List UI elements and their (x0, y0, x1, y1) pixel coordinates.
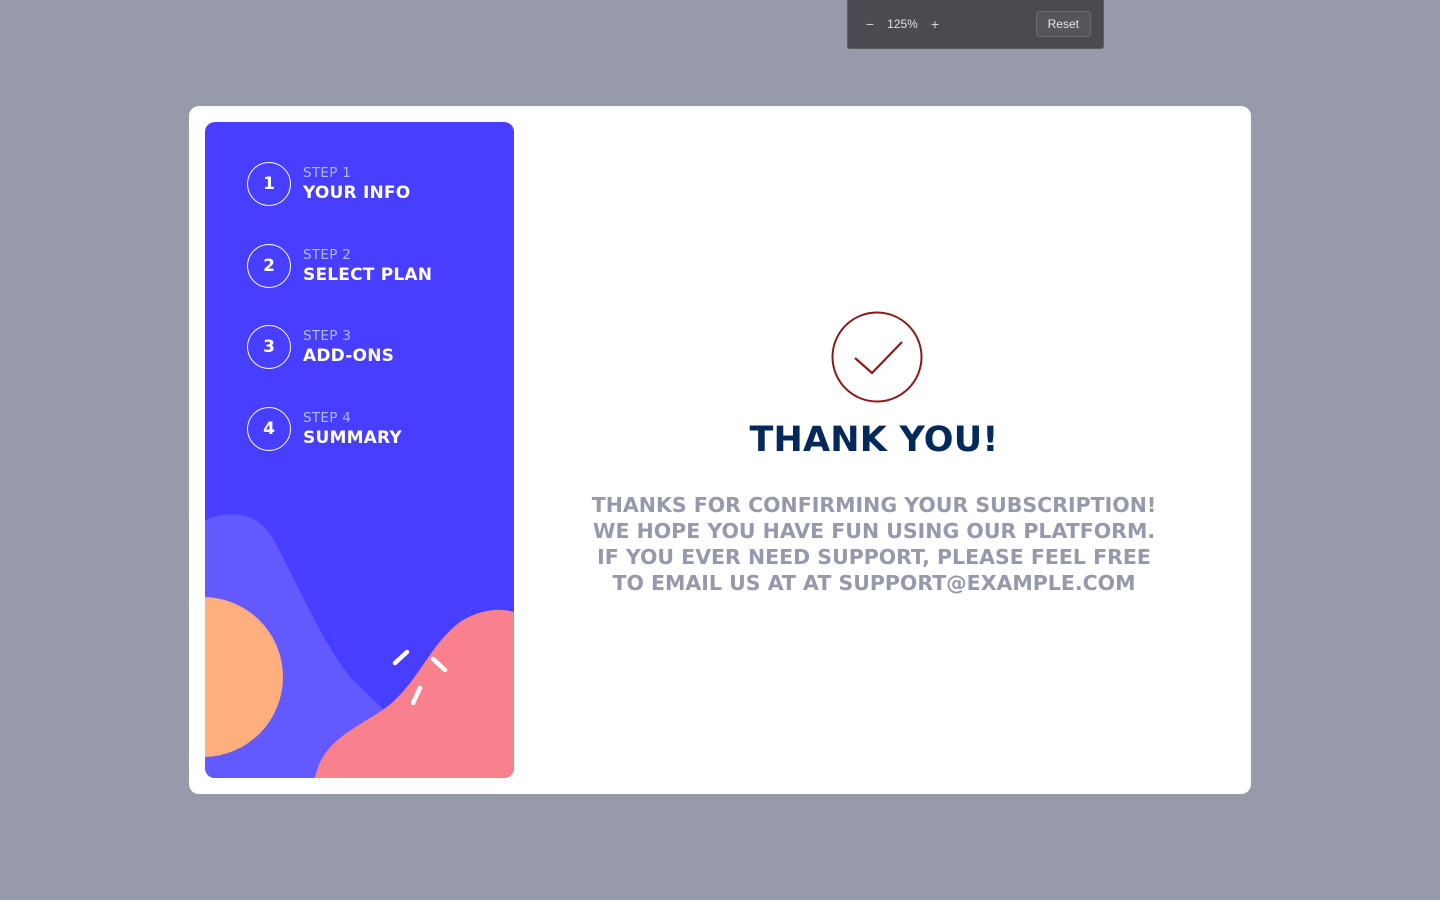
step-3[interactable]: 3 STEP 3 ADD-ONS (247, 325, 432, 369)
step-number-1: 1 (247, 162, 291, 206)
step-title-3: ADD-ONS (303, 346, 395, 366)
step-title-4: SUMMARY (303, 427, 402, 448)
zoom-out-button[interactable]: − (860, 14, 880, 34)
step-2[interactable]: 2 STEP 2 SELECT PLAN (247, 243, 432, 288)
step-number-4: 4 (247, 406, 291, 451)
step-4[interactable]: 4 STEP 4 SUMMARY (247, 406, 432, 451)
form-card: 1 STEP 1 YOUR INFO 2 STEP 2 SELECT PLAN … (189, 106, 1251, 794)
step-1[interactable]: 1 STEP 1 YOUR INFO (247, 162, 432, 206)
step-label-2: STEP 2 (303, 246, 352, 263)
step-label-3: STEP 3 (303, 328, 352, 344)
step-label-4: STEP 4 (303, 409, 352, 426)
zoom-level: 125% (887, 17, 918, 31)
checkmark-circle-icon (831, 311, 923, 403)
sparkle-line-1 (392, 649, 410, 666)
step-title-2: SELECT PLAN (303, 264, 433, 285)
step-number-3: 3 (247, 325, 291, 369)
step-number-2: 2 (247, 243, 291, 288)
confirmation-panel: THANK YOU! THANKS FOR CONFIRMING YOUR SU… (514, 106, 1251, 794)
thank-you-message: THANKS FOR CONFIRMING YOUR SUBSCRIPTION!… (514, 492, 1234, 596)
message-line-3: IF YOU EVER NEED SUPPORT, PLEASE FEEL FR… (597, 545, 1151, 569)
message-line-1: THANKS FOR CONFIRMING YOUR SUBSCRIPTION! (591, 493, 1157, 517)
step-text-4: STEP 4 SUMMARY (303, 409, 402, 449)
zoom-toolbar: − 125% + Reset (847, 0, 1104, 49)
step-title-1: YOUR INFO (303, 183, 411, 203)
message-line-2: WE HOPE YOU HAVE FUN USING OUR PLATFORM. (592, 519, 1156, 543)
step-list: 1 STEP 1 YOUR INFO 2 STEP 2 SELECT PLAN … (247, 162, 432, 488)
step-label-1: STEP 1 (303, 165, 352, 181)
step-text-3: STEP 3 ADD-ONS (303, 327, 394, 367)
reset-button[interactable]: Reset (1035, 11, 1091, 37)
zoom-in-button[interactable]: + (925, 14, 945, 34)
step-text-2: STEP 2 SELECT PLAN (303, 246, 432, 286)
step-sidebar: 1 STEP 1 YOUR INFO 2 STEP 2 SELECT PLAN … (205, 122, 514, 778)
thank-you-title: THANK YOU! (749, 420, 999, 460)
step-text-1: STEP 1 YOUR INFO (303, 164, 410, 204)
message-line-4: TO EMAIL US AT AT SUPPORT@EXAMPLE.COM (612, 571, 1136, 595)
